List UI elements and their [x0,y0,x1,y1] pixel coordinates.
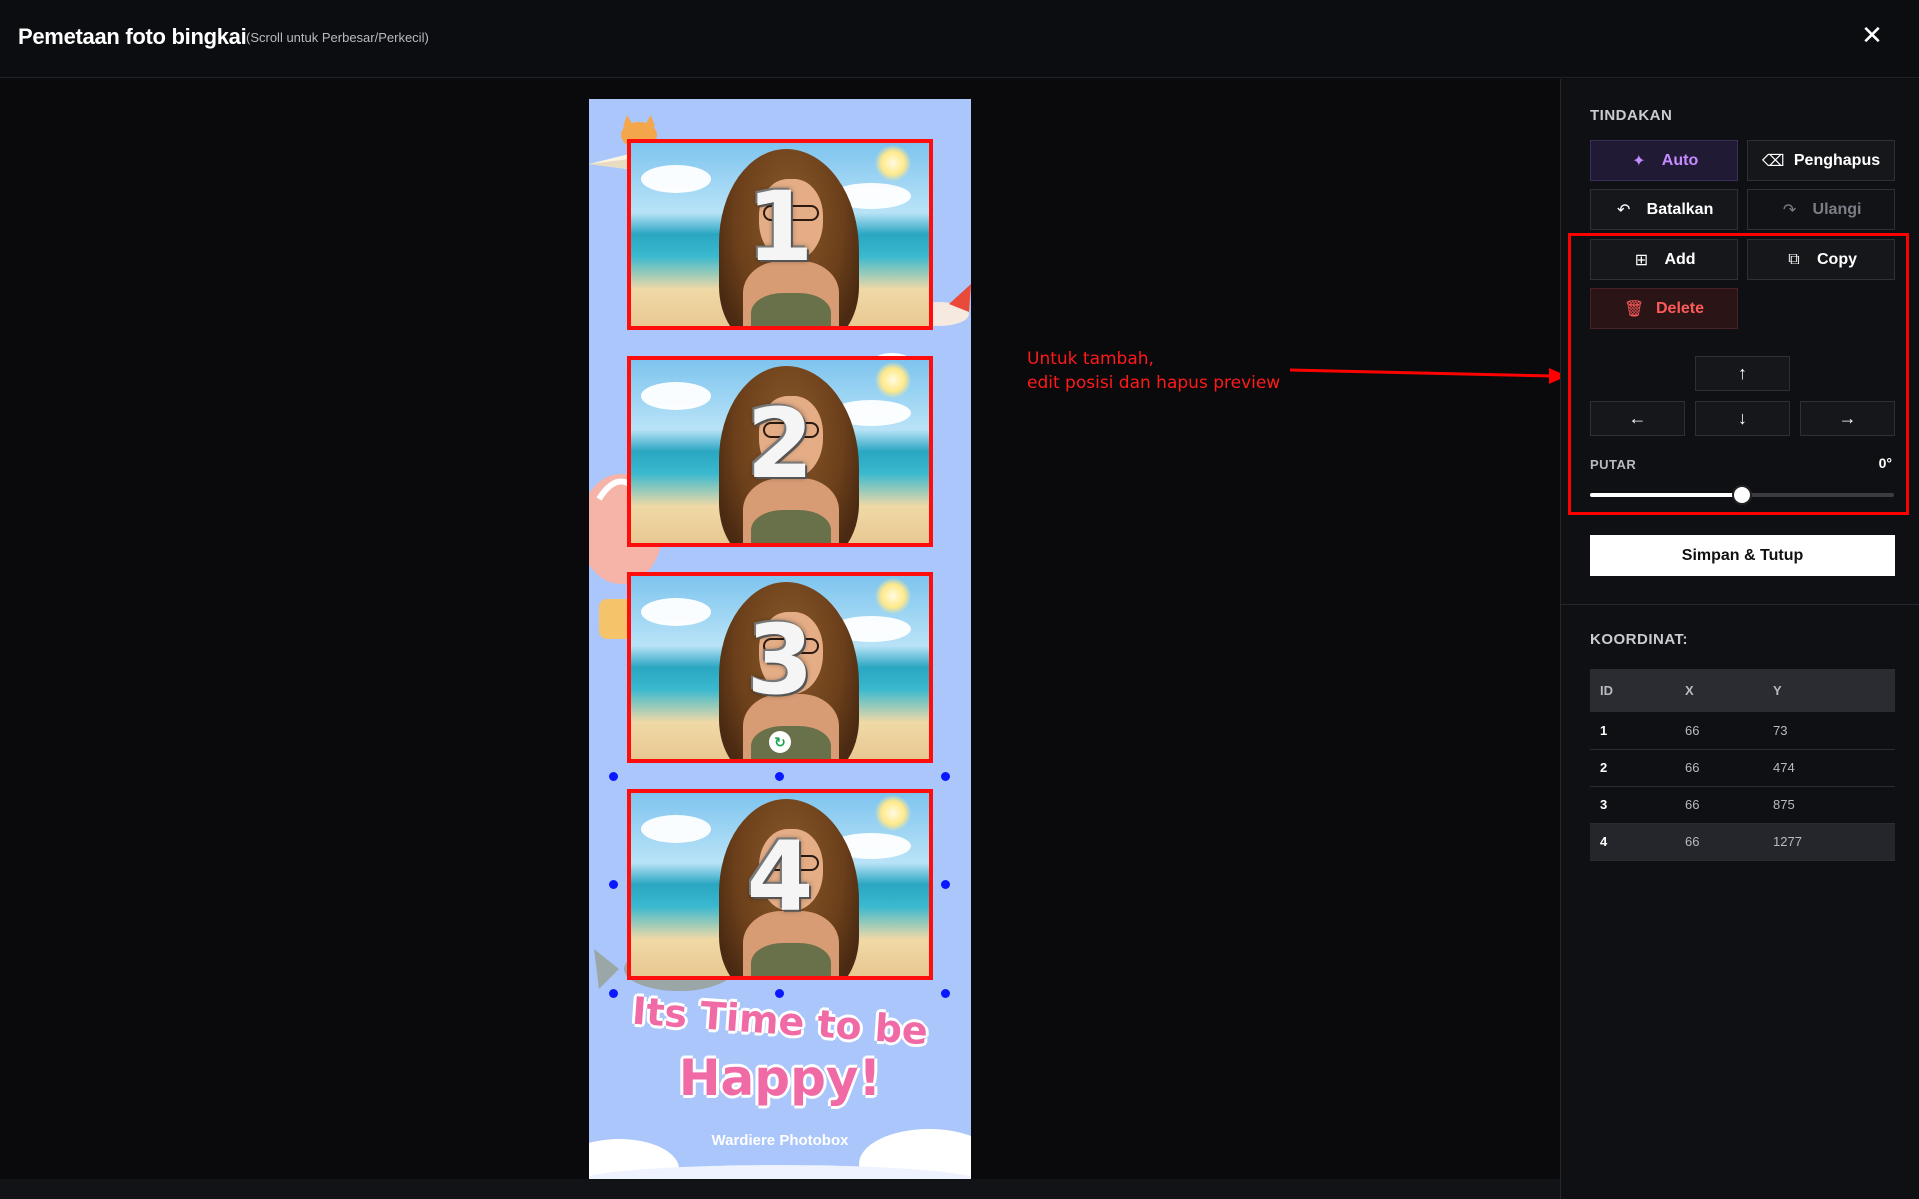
rotate-handle-icon[interactable]: ↻ [769,731,791,753]
brand-text: Wardiere Photobox [711,1132,849,1149]
move-left-button[interactable]: ← [1590,401,1685,436]
annotation-line2: edit posisi dan hapus preview [1027,373,1281,393]
cell-id: 1 [1590,712,1675,750]
arrow-left-icon: ← [1628,408,1647,428]
canvas-scrollbar[interactable] [0,1179,1560,1199]
side-panel: TINDAKAN ✦ Auto ⌫ Penghapus ↶ Batalkan ↷… [1560,79,1919,1199]
move-up-button[interactable]: ↑ [1695,356,1790,391]
actions-title: TINDAKAN [1590,107,1673,124]
delete-label: Delete [1655,299,1705,317]
coords-title: KOORDINAT: [1590,631,1689,648]
trash-icon: 🗑 [1623,300,1645,318]
photo-number: 2 [746,388,814,500]
delete-button[interactable]: 🗑 Delete [1590,288,1738,329]
cell-y: 875 [1763,786,1895,824]
table-row-selected[interactable]: 4 66 1277 [1590,823,1895,861]
eraser-icon: ⌫ [1761,152,1785,170]
cell-y: 474 [1763,749,1895,787]
resize-handle-nw[interactable] [609,772,618,781]
undo-button[interactable]: ↶ Batalkan [1590,189,1738,230]
rotate-slider-thumb[interactable] [1732,485,1752,505]
resize-handle-e[interactable] [941,880,950,889]
resize-handle-n[interactable] [775,772,784,781]
cell-x: 66 [1675,749,1763,787]
redo-button[interactable]: ↷ Ulangi [1747,189,1895,230]
redo-label: Ulangi [1812,200,1862,218]
cell-id: 4 [1590,823,1675,861]
table-row[interactable]: 3 66 875 [1590,786,1895,824]
eraser-button[interactable]: ⌫ Penghapus [1747,140,1895,181]
cell-x: 66 [1675,786,1763,824]
close-button[interactable]: ✕ [1859,22,1885,48]
undo-label: Batalkan [1646,200,1714,218]
eraser-label: Penghapus [1793,151,1881,169]
coords-table: ID X Y 1 66 73 2 66 474 3 66 875 4 66 12… [1590,669,1895,861]
rotate-value: 0° [1878,455,1892,471]
photo-number: 1 [746,171,814,283]
move-down-button[interactable]: ↓ [1695,401,1790,436]
copy-icon: ⧉ [1788,250,1800,268]
move-right-button[interactable]: → [1800,401,1895,436]
col-header-y: Y [1763,669,1895,712]
page-title: Pemetaan foto bingkai [18,24,247,49]
resize-handle-se[interactable] [941,989,950,998]
close-icon: ✕ [1861,20,1883,50]
rotate-slider[interactable] [1590,485,1894,505]
arrow-right-icon: → [1838,408,1857,428]
cell-id: 2 [1590,749,1675,787]
sparkle-icon: ✦ [1632,152,1646,170]
arrow-down-icon: ↓ [1738,408,1747,428]
add-button[interactable]: ⊞ Add [1590,239,1738,280]
save-close-button[interactable]: Simpan & Tutup [1590,535,1895,576]
resize-handle-s[interactable] [775,989,784,998]
cell-y: 73 [1763,712,1895,750]
copy-button[interactable]: ⧉ Copy [1747,239,1895,280]
photo-slot-4[interactable]: 4 [627,789,933,980]
cell-x: 66 [1675,712,1763,750]
auto-button[interactable]: ✦ Auto [1590,140,1738,181]
photo-slot-1[interactable]: 1 [627,139,933,330]
annotation-arrow-icon [1289,368,1567,384]
undo-icon: ↶ [1616,201,1631,219]
table-header-row: ID X Y [1590,669,1895,712]
col-header-x: X [1675,669,1763,712]
resize-handle-ne[interactable] [941,772,950,781]
arrow-up-icon: ↑ [1738,363,1747,383]
rotate-label: PUTAR [1590,457,1637,472]
cell-y: 1277 [1763,823,1895,861]
resize-handle-w[interactable] [609,880,618,889]
copy-label: Copy [1817,250,1857,268]
frame-preview[interactable]: 1 2 3 4 ↻ Its Time to be Happy! Wardiere… [589,99,971,1179]
redo-icon: ↷ [1782,201,1797,219]
col-header-id: ID [1590,669,1675,712]
panel-divider [1561,604,1919,605]
page-subtitle: (Scroll untuk Perbesar/Perkecil) [246,30,429,45]
cell-id: 3 [1590,786,1675,824]
tagline-line2: Happy! [678,1049,882,1107]
plus-square-icon: ⊞ [1634,251,1649,269]
add-label: Add [1664,250,1696,268]
photo-number: 4 [746,821,814,933]
auto-label: Auto [1661,151,1699,169]
annotation-line1: Untuk tambah, [1027,349,1154,369]
rotate-slider-fill [1590,493,1742,497]
cell-x: 66 [1675,823,1763,861]
modal-header: Pemetaan foto bingkai (Scroll untuk Perb… [0,0,1919,78]
photo-number: 3 [746,604,814,716]
table-row[interactable]: 1 66 73 [1590,712,1895,750]
annotation-note: Untuk tambah, edit posisi dan hapus prev… [1027,347,1280,395]
photo-slot-2[interactable]: 2 [627,356,933,547]
table-row[interactable]: 2 66 474 [1590,749,1895,787]
